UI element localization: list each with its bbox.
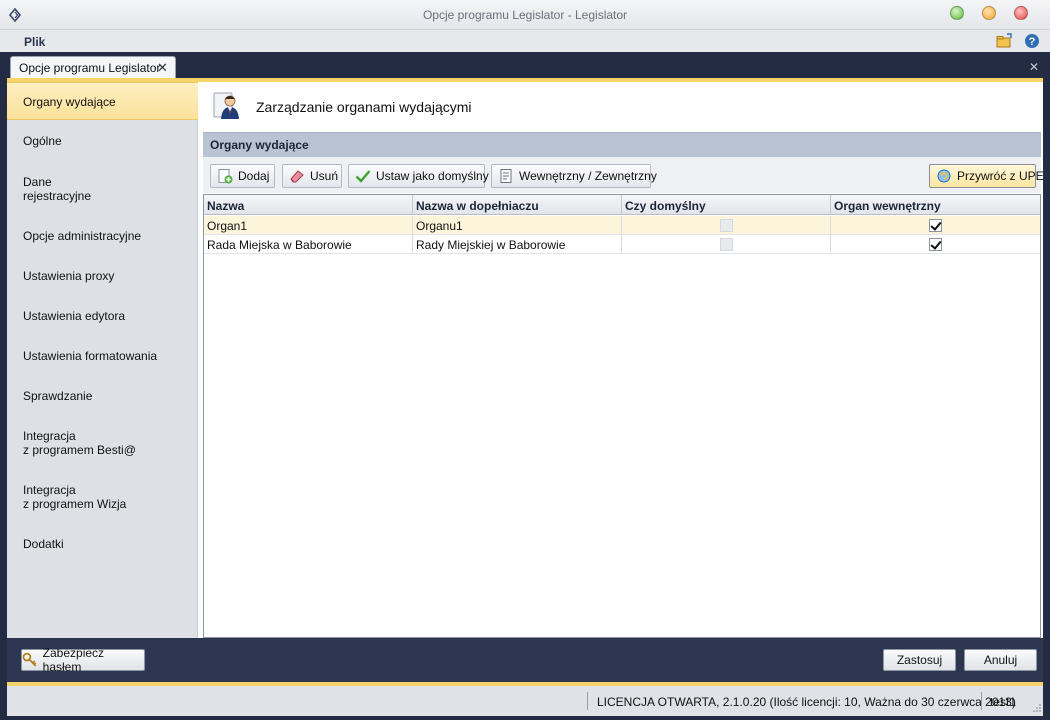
sidebar: Organy wydające Ogólne Dane rejestracyjn… — [7, 82, 198, 638]
restore-icon — [937, 169, 951, 183]
cell-name: Rada Miejska w Baborowie — [204, 235, 413, 254]
sidebar-item-addons[interactable]: Dodatki — [7, 537, 198, 551]
resize-grip-icon[interactable] — [1033, 704, 1041, 712]
sidebar-item-formatting[interactable]: Ustawienia formatowania — [7, 349, 198, 363]
remove-button[interactable]: Usuń — [282, 164, 342, 188]
sidebar-item-registration[interactable]: Dane rejestracyjne — [7, 175, 198, 203]
apply-button[interactable]: Zastosuj — [883, 649, 956, 671]
column-header-genitive[interactable]: Nazwa w dopełniaczu — [413, 195, 622, 215]
internal-checkbox[interactable] — [929, 219, 942, 232]
maximize-button[interactable] — [982, 6, 996, 20]
footer-bar: Zabezpiecz hasłem Zastosuj Anuluj — [7, 638, 1043, 682]
internal-external-label: Wewnętrzny / Zewnętrzny — [519, 169, 657, 183]
tab-options[interactable]: Opcje programu Legislator ✕ — [10, 56, 176, 78]
protect-label: Zabezpiecz hasłem — [42, 646, 105, 674]
protect-password-button[interactable]: Zabezpiecz hasłem — [21, 646, 145, 674]
close-window-button[interactable] — [1014, 6, 1028, 20]
menu-bar: Plik ? — [0, 30, 1050, 52]
default-checkbox[interactable] — [720, 219, 733, 232]
cell-internal — [831, 216, 1040, 235]
section-title: Organy wydające — [210, 138, 309, 152]
status-separator — [981, 692, 982, 710]
internal-external-button[interactable]: Wewnętrzny / Zewnętrzny — [491, 164, 657, 188]
cell-genitive: Rady Miejskiej w Baborowie — [413, 235, 622, 254]
page-title: Zarządzanie organami wydającymi — [256, 99, 472, 115]
add-label: Dodaj — [238, 169, 270, 183]
license-status: LICENCJA OTWARTA, 2.1.0.20 (Ilość licenc… — [597, 695, 1016, 709]
current-user: test1 — [990, 695, 1017, 709]
tab-close-icon[interactable]: ✕ — [157, 60, 168, 76]
svg-text:?: ? — [1029, 36, 1036, 48]
status-bar: LICENCJA OTWARTA, 2.1.0.20 (Ilość licenc… — [7, 686, 1043, 716]
table-row[interactable]: Rada Miejska w Baborowie Rady Miejskiej … — [204, 235, 1040, 254]
cell-genitive: Organu1 — [413, 216, 622, 235]
set-default-label: Ustaw jako domyślny — [376, 169, 489, 183]
column-header-internal[interactable]: Organ wewnętrzny — [831, 195, 1040, 215]
close-all-tabs-icon[interactable]: ✕ — [1029, 60, 1039, 74]
set-default-button[interactable]: Ustaw jako domyślny — [348, 164, 489, 188]
restore-upe-button[interactable]: Przywróć z UPE — [929, 164, 1044, 188]
add-icon — [218, 169, 233, 184]
cell-internal — [831, 235, 1040, 254]
column-header-name[interactable]: Nazwa — [204, 195, 413, 215]
status-separator — [587, 692, 588, 710]
issuing-bodies-table: Nazwa Nazwa w dopełniaczu Czy domyślny O… — [203, 194, 1041, 638]
title-bar: Opcje programu Legislator - Legislator — [0, 0, 1050, 30]
sidebar-item-issuing-bodies[interactable]: Organy wydające — [7, 82, 198, 120]
column-header-default[interactable]: Czy domyślny — [622, 195, 831, 215]
cell-default — [622, 216, 831, 235]
section-header: Organy wydające — [203, 132, 1041, 157]
sidebar-item-integration-bestia[interactable]: Integracja z programem Besti@ — [7, 429, 198, 457]
sidebar-item-proxy[interactable]: Ustawienia proxy — [7, 269, 198, 283]
default-checkbox[interactable] — [720, 238, 733, 251]
window-title: Opcje programu Legislator - Legislator — [422, 8, 628, 22]
table-row[interactable]: Organ1 Organu1 — [204, 216, 1040, 235]
key-icon — [22, 652, 37, 667]
add-button[interactable]: Dodaj — [210, 164, 275, 188]
restore-label: Przywróć z UPE — [957, 169, 1044, 183]
minimize-button[interactable] — [950, 6, 964, 20]
sidebar-item-editor[interactable]: Ustawienia edytora — [7, 309, 198, 323]
internal-checkbox[interactable] — [929, 238, 942, 251]
toolbar: Dodaj Usuń Ustaw jako domyślny Wewnętrzn… — [203, 157, 1044, 193]
table-header: Nazwa Nazwa w dopełniaczu Czy domyślny O… — [204, 195, 1040, 215]
cell-name: Organ1 — [204, 216, 413, 235]
cell-default — [622, 235, 831, 254]
user-manager-icon — [213, 92, 239, 119]
tab-strip: Opcje programu Legislator ✕ ✕ — [7, 56, 1043, 80]
sidebar-item-general[interactable]: Ogólne — [7, 134, 198, 148]
cancel-button[interactable]: Anuluj — [964, 649, 1037, 671]
sidebar-item-admin-options[interactable]: Opcje administracyjne — [7, 229, 198, 243]
sidebar-item-integration-wizja[interactable]: Integracja z programem Wizja — [7, 483, 198, 511]
tab-label: Opcje programu Legislator — [19, 61, 161, 75]
sidebar-item-checking[interactable]: Sprawdzanie — [7, 389, 198, 403]
checkmark-icon — [355, 170, 371, 183]
help-icon[interactable]: ? — [1024, 33, 1040, 49]
folder-icon[interactable] — [996, 33, 1012, 49]
remove-label: Usuń — [310, 169, 339, 183]
menu-file[interactable]: Plik — [24, 35, 45, 49]
document-icon — [500, 169, 512, 183]
eraser-icon — [290, 170, 304, 183]
